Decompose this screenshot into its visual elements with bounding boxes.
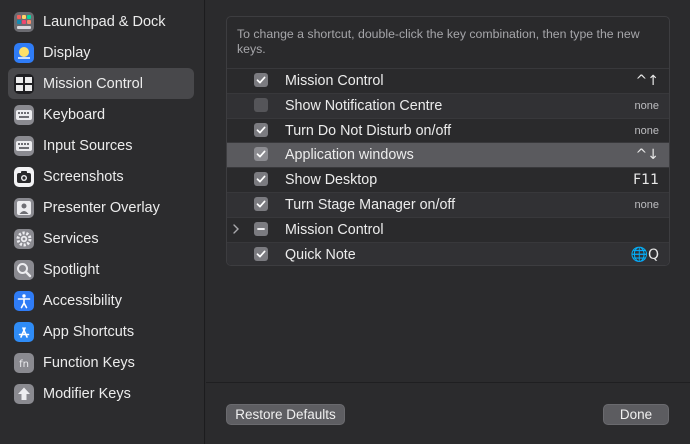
checkbox-mixed[interactable] — [254, 221, 268, 236]
shortcut-label: Quick Note — [285, 246, 356, 263]
footer-divider — [206, 382, 690, 383]
mission-control-icon — [14, 73, 34, 94]
chevron-right-icon[interactable] — [232, 223, 242, 238]
sidebar-item-launchpad-dock[interactable]: Launchpad & Dock — [8, 6, 194, 37]
sidebar-item-screenshots[interactable]: Screenshots — [8, 161, 194, 192]
checkbox[interactable] — [254, 172, 268, 187]
shortcut-label: Mission Control — [285, 73, 384, 89]
sidebar-item-modifier-keys[interactable]: Modifier Keys — [8, 378, 194, 409]
display-icon — [14, 42, 34, 63]
checkbox[interactable] — [254, 122, 268, 137]
keyboard-icon — [14, 104, 34, 125]
checkbox[interactable] — [254, 73, 268, 87]
presenter-overlay-icon — [14, 197, 34, 218]
input-sources-icon — [14, 135, 34, 156]
sidebar-item-keyboard[interactable]: Keyboard — [8, 99, 194, 130]
gear-icon — [14, 228, 34, 249]
sidebar: Launchpad & Dock Display Mission Control — [0, 0, 205, 444]
shortcuts-table: To change a shortcut, double-click the k… — [226, 16, 670, 266]
instruction-text: To change a shortcut, double-click the k… — [237, 27, 640, 56]
camera-icon — [14, 166, 34, 187]
sidebar-item-display[interactable]: Display — [8, 37, 194, 68]
sidebar-item-presenter-overlay[interactable]: Presenter Overlay — [8, 192, 194, 223]
magnifier-icon — [14, 259, 34, 280]
shortcut-keys[interactable]: ^↓ — [636, 147, 659, 163]
shortcut-row[interactable]: Turn Do Not Disturb on/off none — [227, 117, 669, 143]
shortcut-label: Show Notification Centre — [285, 97, 443, 114]
checkbox[interactable] — [254, 246, 268, 261]
sidebar-item-label: Input Sources — [43, 137, 133, 154]
arrow-up-icon — [14, 383, 34, 404]
sidebar-item-function-keys[interactable]: fn Function Keys — [8, 347, 194, 378]
checkbox[interactable] — [254, 97, 268, 112]
shortcut-rows: Mission Control ^↑ Show Notification Cen… — [227, 68, 669, 265]
app-store-icon — [14, 321, 34, 342]
shortcut-row[interactable]: Show Notification Centre none — [227, 92, 669, 118]
launchpad-dock-icon — [14, 11, 34, 32]
shortcut-label: Application windows — [285, 147, 414, 164]
sidebar-item-label: Accessibility — [43, 292, 122, 309]
checkbox[interactable] — [254, 196, 268, 211]
shortcut-group-row[interactable]: Mission Control — [227, 216, 669, 242]
main-pane: To change a shortcut, double-click the k… — [206, 0, 690, 444]
shortcut-keys[interactable]: none — [635, 199, 659, 211]
sidebar-item-label: Spotlight — [43, 261, 100, 278]
shortcut-row-selected[interactable]: Application windows ^↓ — [227, 142, 669, 168]
shortcut-keys[interactable]: none — [635, 100, 659, 112]
sidebar-item-app-shortcuts[interactable]: App Shortcuts — [8, 316, 194, 347]
shortcut-keys[interactable]: ^↑ — [636, 73, 659, 89]
fn-key-icon: fn — [14, 352, 34, 373]
shortcut-label: Turn Do Not Disturb on/off — [285, 122, 452, 139]
shortcut-label: Show Desktop — [285, 172, 378, 189]
checkbox[interactable] — [254, 147, 268, 162]
sidebar-item-spotlight[interactable]: Spotlight — [8, 254, 194, 285]
sidebar-item-label: Services — [43, 230, 99, 247]
shortcut-label: Turn Stage Manager on/off — [285, 196, 456, 213]
svg-text:fn: fn — [19, 359, 29, 370]
shortcut-row[interactable]: Quick Note 🌐Q — [227, 241, 669, 265]
accessibility-icon — [14, 290, 34, 311]
sidebar-item-label: Modifier Keys — [43, 385, 131, 402]
shortcut-row[interactable]: Mission Control ^↑ — [227, 68, 669, 93]
sidebar-item-services[interactable]: Services — [8, 223, 194, 254]
sidebar-item-label: Function Keys — [43, 354, 135, 371]
done-button[interactable]: Done — [603, 404, 669, 425]
shortcut-label: Mission Control — [285, 221, 384, 238]
shortcut-keys[interactable]: none — [635, 125, 659, 137]
restore-defaults-button[interactable]: Restore Defaults — [226, 404, 345, 425]
sidebar-item-label: Screenshots — [43, 168, 124, 185]
sidebar-item-label: Keyboard — [43, 106, 106, 123]
sidebar-item-label: Launchpad & Dock — [43, 13, 166, 30]
sidebar-item-accessibility[interactable]: Accessibility — [8, 285, 194, 316]
sidebar-item-label: Mission Control — [43, 75, 143, 92]
sidebar-item-label: Display — [43, 44, 91, 61]
shortcut-keys[interactable]: F11 — [633, 172, 659, 188]
sidebar-item-label: Presenter Overlay — [43, 199, 160, 216]
sidebar-item-mission-control[interactable]: Mission Control — [8, 68, 194, 99]
shortcut-row[interactable]: Turn Stage Manager on/off none — [227, 191, 669, 217]
shortcut-keys[interactable]: 🌐Q — [631, 247, 659, 263]
sidebar-item-label: App Shortcuts — [43, 323, 135, 340]
shortcut-row[interactable]: Show Desktop F11 — [227, 167, 669, 192]
sidebar-item-input-sources[interactable]: Input Sources — [8, 130, 194, 161]
